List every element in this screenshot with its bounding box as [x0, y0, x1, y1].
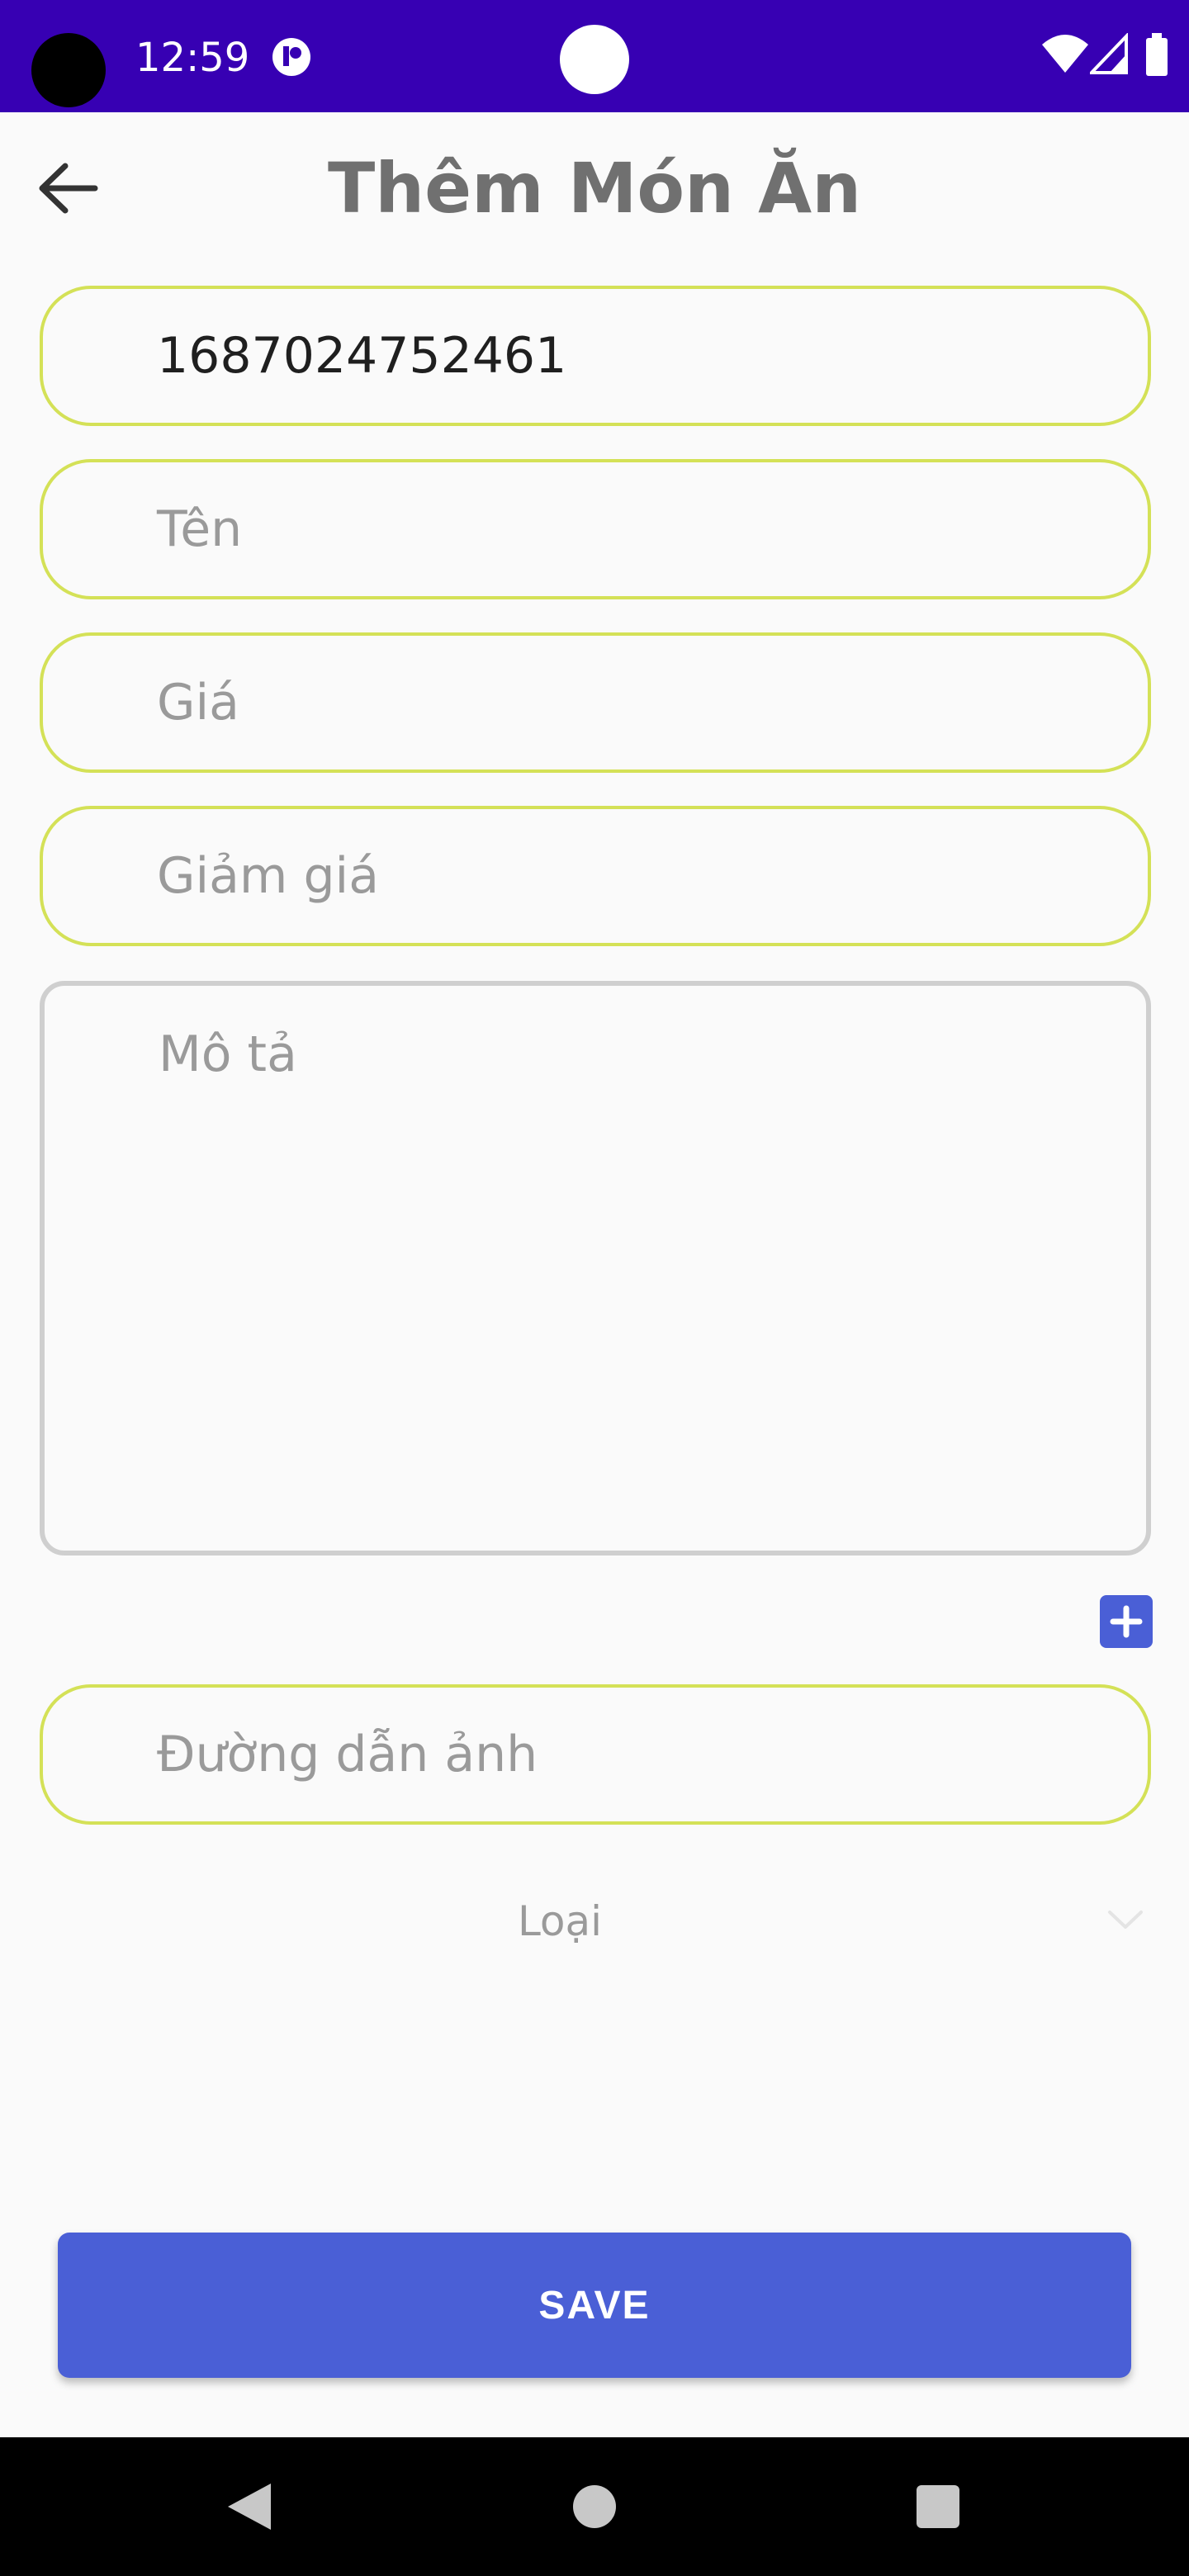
image-path-placeholder: Đường dẫn ảnh: [157, 1726, 538, 1783]
discount-field[interactable]: Giảm giá: [40, 806, 1151, 946]
status-bar: 12:59: [0, 0, 1189, 112]
recents-square-icon[interactable]: [915, 2484, 961, 2530]
system-nav-bar: [0, 2437, 1189, 2576]
app-toolbar: Thêm Món Ăn: [0, 112, 1189, 261]
id-value: 1687024752461: [157, 327, 567, 385]
home-circle-icon[interactable]: [571, 2484, 618, 2530]
price-placeholder: Giá: [157, 674, 239, 732]
status-time: 12:59: [135, 35, 250, 81]
category-label: Loại: [517, 1897, 603, 1945]
plus-icon: [1110, 1605, 1143, 1638]
image-path-field[interactable]: Đường dẫn ảnh: [40, 1684, 1151, 1825]
arrow-left-icon: [39, 163, 98, 214]
camera-cutout-icon: [31, 33, 106, 107]
signal-icon: [1090, 33, 1128, 74]
back-triangle-icon[interactable]: [223, 2479, 276, 2535]
name-placeholder: Tên: [157, 500, 243, 558]
center-cutout-icon: [560, 25, 629, 94]
save-button[interactable]: SAVE: [58, 2233, 1131, 2378]
app-notification-icon: [272, 38, 310, 76]
discount-placeholder: Giảm giá: [157, 847, 379, 905]
battery-icon: [1146, 33, 1168, 76]
category-dropdown[interactable]: Loại: [0, 1882, 1189, 1965]
chevron-down-icon: [1108, 1911, 1143, 1929]
back-button[interactable]: [25, 145, 111, 231]
add-image-button[interactable]: [1100, 1595, 1153, 1648]
price-field[interactable]: Giá: [40, 632, 1151, 773]
name-field[interactable]: Tên: [40, 459, 1151, 599]
page-title: Thêm Món Ăn: [328, 148, 861, 229]
save-button-label: SAVE: [538, 2283, 651, 2327]
description-field[interactable]: Mô tả: [40, 981, 1151, 1556]
description-placeholder: Mô tả: [159, 1025, 297, 1083]
id-field[interactable]: 1687024752461: [40, 286, 1151, 426]
wifi-icon: [1042, 35, 1088, 73]
